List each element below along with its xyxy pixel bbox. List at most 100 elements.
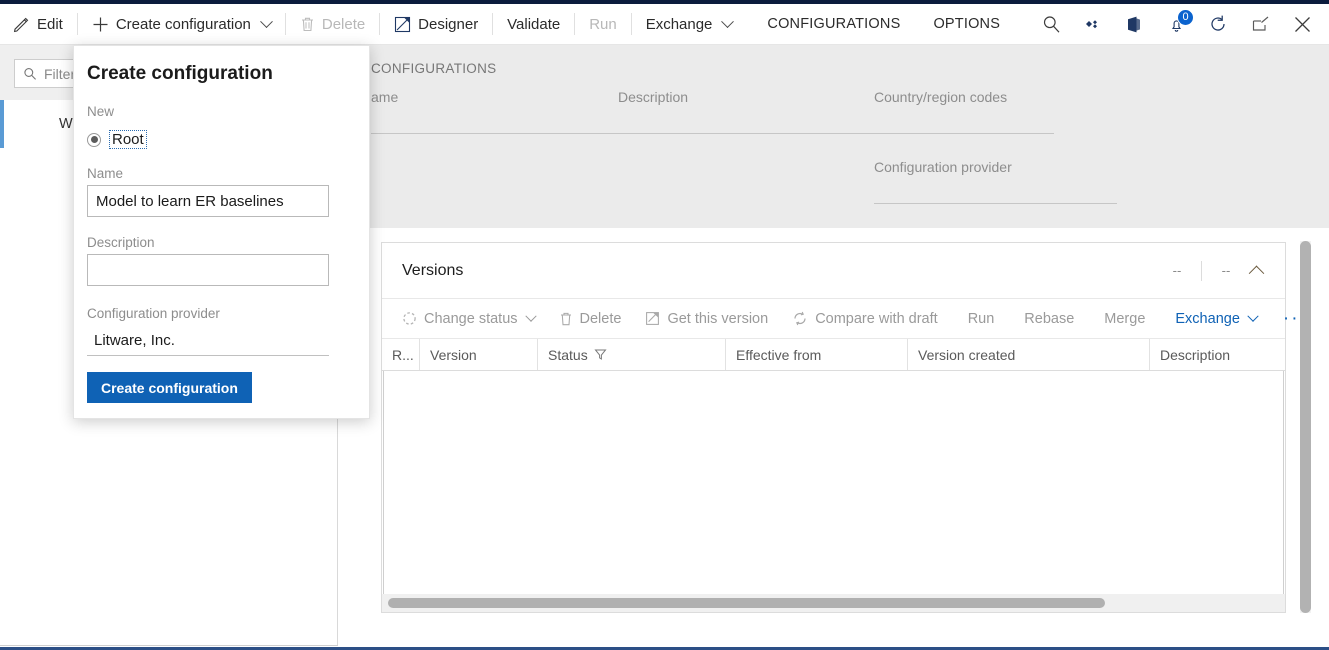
description-input[interactable]: [87, 254, 329, 286]
create-configuration-flyout: Create configuration New Root Name Model…: [73, 45, 370, 419]
rebase-button: Rebase: [1006, 299, 1086, 339]
versions-run-button: Run: [950, 299, 1007, 339]
close-button[interactable]: [1281, 4, 1323, 45]
office-app-button[interactable]: [1113, 4, 1155, 45]
column-header-status[interactable]: Status: [538, 339, 726, 370]
field-country-region-codes[interactable]: Country/region codes: [874, 89, 1054, 134]
field-description-label: Description: [618, 89, 878, 105]
column-header-status-label: Status: [548, 347, 588, 363]
exchange-button[interactable]: Exchange: [633, 4, 746, 45]
application-window: Edit Create configuration Delete Designe…: [0, 0, 1329, 650]
versions-horizontal-scrollbar-thumb[interactable]: [388, 598, 1105, 608]
notifications-button[interactable]: 0: [1155, 4, 1197, 45]
search-icon: [23, 67, 37, 81]
settings-diamond-button[interactable]: [1071, 4, 1113, 45]
radio-selected-icon[interactable]: [87, 133, 101, 147]
run-button: Run: [576, 4, 630, 45]
chevron-up-icon: [1248, 266, 1264, 282]
search-icon: [1042, 15, 1061, 34]
compare-with-draft-label: Compare with draft: [815, 311, 938, 327]
column-header-version-label: Version: [430, 347, 477, 363]
settings-diamond-icon: [1082, 16, 1102, 32]
list-item-label: We: [4, 116, 81, 132]
versions-header: Versions -- --: [382, 243, 1285, 299]
detail-vertical-scrollbar[interactable]: [1300, 241, 1311, 613]
exchange-label: Exchange: [646, 16, 713, 33]
versions-exchange-button[interactable]: Exchange: [1157, 299, 1269, 339]
office-app-icon: [1125, 15, 1143, 34]
create-configuration-button[interactable]: Create configuration: [79, 4, 284, 45]
edit-label: Edit: [37, 16, 63, 33]
field-configuration-provider-label: Configuration provider: [874, 159, 1117, 175]
refresh-button[interactable]: [1197, 4, 1239, 45]
trash-icon: [300, 16, 315, 32]
field-configuration-provider[interactable]: Configuration provider: [874, 159, 1117, 204]
column-header-version-created[interactable]: Version created: [908, 339, 1150, 370]
field-configuration-provider-underline: [874, 203, 1117, 204]
chevron-down-icon: [1247, 310, 1258, 321]
search-button[interactable]: [1031, 4, 1071, 45]
flyout-title: Create configuration: [87, 63, 273, 85]
column-header-description[interactable]: Description: [1150, 339, 1283, 370]
divider: [492, 13, 493, 35]
tab-configurations[interactable]: CONFIGURATIONS: [745, 4, 913, 45]
designer-label: Designer: [418, 16, 478, 33]
versions-collapse-button[interactable]: [1241, 256, 1271, 286]
versions-header-actions: -- --: [1162, 256, 1285, 286]
designer-icon: [394, 16, 411, 33]
versions-overflow-button[interactable]: ···: [1273, 299, 1318, 339]
plus-icon: [92, 16, 109, 33]
field-description-underline: [618, 133, 878, 134]
detail-vertical-scrollbar-thumb[interactable]: [1300, 241, 1311, 613]
divider: [0, 645, 338, 646]
validate-button[interactable]: Validate: [494, 4, 573, 45]
filter-funnel-icon[interactable]: [594, 348, 607, 361]
close-icon: [1293, 15, 1312, 34]
delete-button: Delete: [287, 4, 378, 45]
flyout-new-label: New: [87, 104, 114, 119]
field-country-region-codes-label: Country/region codes: [874, 89, 1054, 105]
versions-horizontal-scrollbar[interactable]: [382, 594, 1285, 612]
configuration-provider-input[interactable]: Litware, Inc.: [87, 326, 329, 356]
flyout-provider-label: Configuration provider: [87, 306, 220, 321]
versions-grid-header: R... Version Status Effective fro: [382, 339, 1285, 371]
edit-button[interactable]: Edit: [0, 4, 76, 45]
merge-button: Merge: [1086, 299, 1157, 339]
root-radio-label: Root: [110, 131, 146, 148]
command-bar: Edit Create configuration Delete Designe…: [0, 4, 1329, 45]
divider: [379, 13, 380, 35]
rebase-label: Rebase: [1024, 311, 1074, 327]
field-name-label: ame: [371, 89, 636, 105]
flyout-name-label: Name: [87, 166, 123, 181]
designer-button[interactable]: Designer: [381, 4, 491, 45]
popout-button[interactable]: [1239, 4, 1281, 45]
status-spinner-icon: [402, 311, 417, 326]
column-header-r-label: R...: [392, 347, 414, 363]
versions-grid-body: [383, 371, 1284, 602]
versions-delete-label: Delete: [580, 311, 622, 327]
tab-options-label: OPTIONS: [933, 16, 1000, 32]
field-name-underline: [371, 133, 636, 134]
versions-summary-right: --: [1211, 263, 1241, 278]
field-name[interactable]: ame: [371, 89, 636, 134]
column-header-version[interactable]: Version: [420, 339, 538, 370]
create-configuration-submit-button[interactable]: Create configuration: [87, 372, 252, 403]
get-this-version-button: Get this version: [633, 299, 780, 339]
refresh-icon: [1208, 14, 1228, 34]
notifications-badge: 0: [1177, 9, 1194, 26]
field-description[interactable]: Description: [618, 89, 878, 134]
change-status-button: Change status: [390, 299, 547, 339]
versions-panel: Versions -- -- Ch: [381, 242, 1286, 613]
root-radio-option[interactable]: Root: [87, 131, 146, 148]
versions-exchange-label: Exchange: [1175, 311, 1240, 327]
tab-options[interactable]: OPTIONS: [913, 4, 1013, 45]
column-header-effective-from-label: Effective from: [736, 347, 821, 363]
divider: [77, 13, 78, 35]
name-input[interactable]: Model to learn ER baselines: [87, 185, 329, 217]
column-header-r[interactable]: R...: [382, 339, 420, 370]
run-label: Run: [589, 16, 617, 33]
compare-with-draft-button: Compare with draft: [780, 299, 950, 339]
command-bar-right-icons: 0: [1071, 4, 1329, 45]
column-header-effective-from[interactable]: Effective from: [726, 339, 908, 370]
divider: [285, 13, 286, 35]
